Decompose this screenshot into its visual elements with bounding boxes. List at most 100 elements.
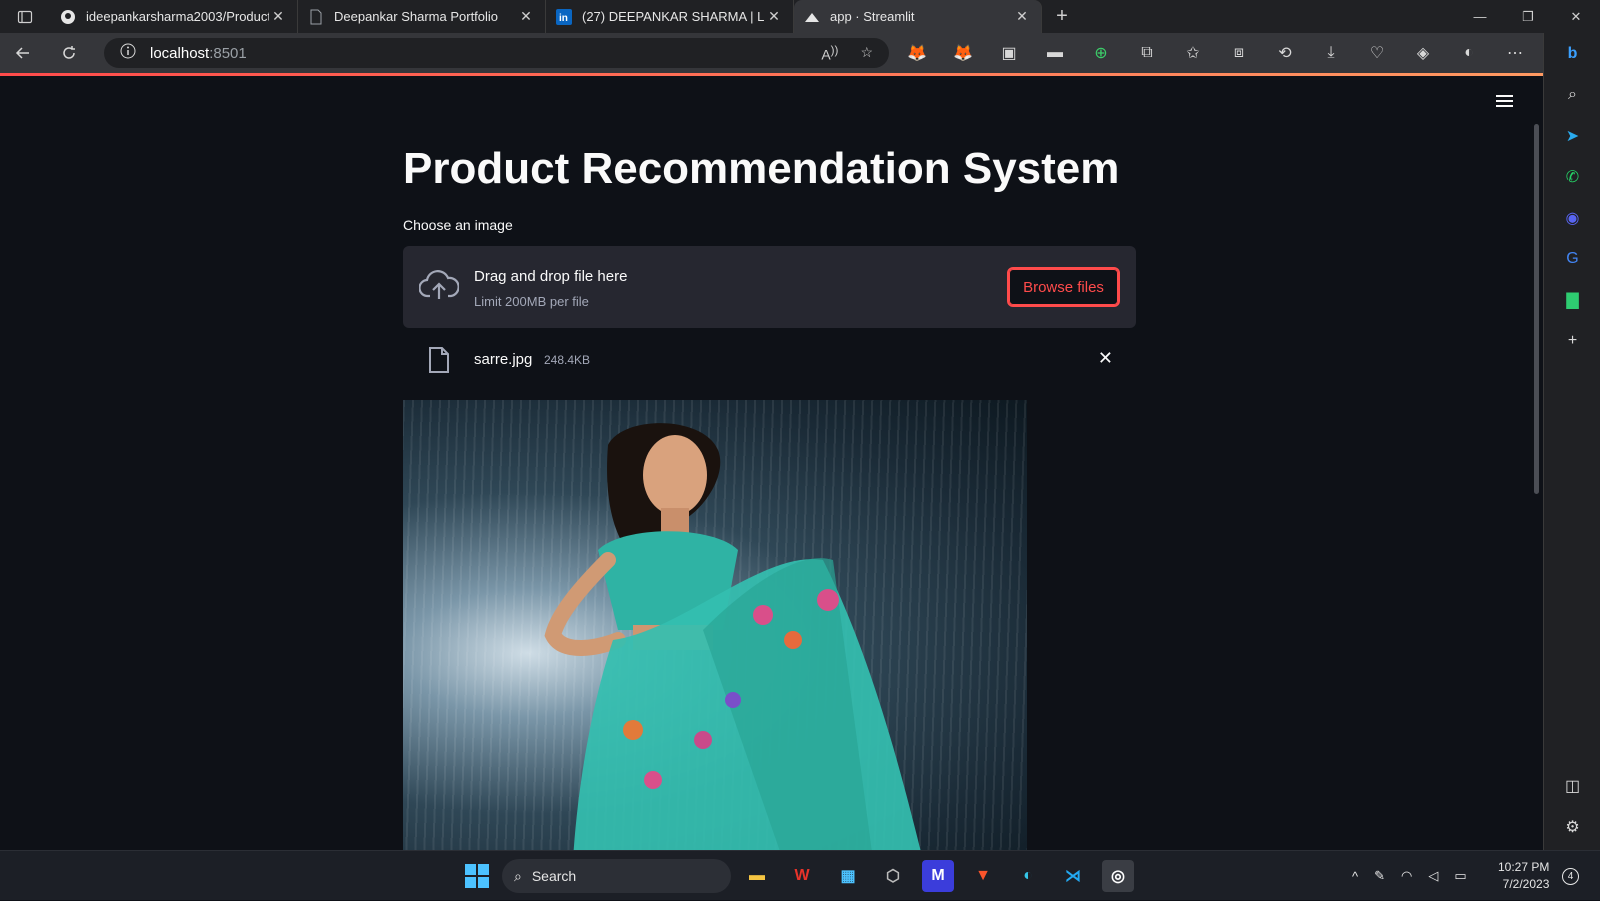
svg-text:in: in (559, 13, 568, 24)
notes-app-icon[interactable]: M (922, 860, 954, 892)
page-icon (308, 9, 324, 25)
more-menu-icon[interactable]: ⋯ (1492, 43, 1538, 63)
close-window-icon[interactable]: ✕ (1552, 9, 1600, 25)
streamlit-icon (804, 9, 820, 25)
search-icon: ⌕ (514, 867, 522, 884)
extensions-toolbar: 🦊 🦊 ▣ ▬ ⊕ ⧉ ✩ ⧈ ⟲ ⤓ ♡ ◈ ◐ ⋯ (894, 33, 1538, 73)
tab-linkedin[interactable]: in (27) DEEPANKAR SHARMA | Link ✕ (546, 0, 794, 33)
search-icon[interactable]: ⌕ (1544, 74, 1600, 115)
settings-app-icon[interactable]: ⬡ (877, 860, 909, 892)
brave-browser-icon[interactable]: ▼ (967, 860, 999, 892)
tab-github[interactable]: ideepankarsharma2003/Product ✕ (50, 0, 298, 33)
streamlit-app-icon[interactable]: ◎ (1102, 860, 1134, 892)
browse-files-button[interactable]: Browse files (1007, 267, 1120, 307)
download-icon[interactable]: ⤓ (1308, 44, 1354, 62)
tab-title: (27) DEEPANKAR SHARMA | Link (582, 9, 765, 24)
favorites-icon[interactable]: ✩ (1170, 43, 1216, 63)
restore-icon[interactable]: ❐ (1504, 9, 1552, 25)
extensions-icon[interactable]: ⧉ (1124, 44, 1170, 62)
telegram-icon[interactable]: ➤ (1544, 115, 1600, 156)
windows-taskbar: ⌕ Search ▬ W ▦ ⬡ M ▼ ◐ ⋊ ◎ ^ ✎ ◠ ◁ ▭ 10:… (0, 850, 1600, 900)
read-aloud-icon[interactable]: A)) (821, 44, 838, 63)
hamburger-menu-icon[interactable] (1496, 92, 1513, 110)
taskbar-search[interactable]: ⌕ Search (502, 859, 731, 893)
clock-time: 10:27 PM (1498, 860, 1550, 874)
remove-file-icon[interactable]: ✕ (1098, 348, 1113, 369)
favorite-star-icon[interactable]: ☆ (860, 44, 873, 63)
file-icon (428, 346, 450, 379)
file-explorer-icon[interactable]: ▬ (741, 860, 773, 892)
edge-sidebar: b ⌕ ➤ ✆ ◉ G ▇ + ◫ ⚙ (1543, 33, 1600, 850)
whatsapp-icon[interactable]: ✆ (1544, 156, 1600, 197)
cloud-upload-icon (418, 270, 460, 307)
browser-essentials-icon[interactable]: ◈ (1400, 43, 1446, 63)
uploaded-file-size: 248.4KB (544, 353, 591, 367)
vscode-icon[interactable]: ⋊ (1057, 860, 1089, 892)
sidebar-settings-icon[interactable]: ⚙ (1544, 806, 1600, 847)
performance-icon[interactable]: ♡ (1354, 43, 1400, 63)
pen-icon[interactable]: ✎ (1374, 868, 1385, 884)
dropzone-instructions: Drag and drop file here (474, 268, 628, 285)
window-controls: — ❐ ✕ (1456, 9, 1600, 25)
edge-browser-icon[interactable]: ◐ (1012, 860, 1044, 892)
refresh-icon[interactable] (46, 45, 92, 61)
dropzone-limit: Limit 200MB per file (474, 294, 589, 309)
uploader-label: Choose an image (403, 217, 513, 233)
terminal-extension-icon[interactable]: ▬ (1032, 44, 1078, 62)
site-info-icon[interactable] (120, 43, 136, 63)
close-tab-icon[interactable]: ✕ (1013, 8, 1031, 25)
close-tab-icon[interactable]: ✕ (269, 8, 287, 25)
url-input[interactable]: localhost:8501 A)) ☆ (104, 38, 889, 68)
page-title: Product Recommendation System (403, 144, 1120, 193)
tab-title: Deepankar Sharma Portfolio (334, 9, 499, 24)
collections-icon[interactable]: ⧈ (1216, 44, 1262, 62)
browser-tab-bar: ideepankarsharma2003/Product ✕ Deepankar… (0, 0, 1600, 33)
back-icon[interactable] (0, 45, 46, 61)
tab-actions-icon[interactable] (0, 0, 50, 33)
add-extension-icon[interactable]: ⊕ (1078, 43, 1124, 63)
battery-icon[interactable]: ▭ (1454, 868, 1466, 884)
volume-icon[interactable]: ◁ (1428, 868, 1438, 884)
clock-date: 7/2/2023 (1502, 877, 1550, 891)
show-hidden-icons-icon[interactable]: ^ (1352, 869, 1358, 884)
metamask-icon[interactable]: 🦊 (894, 43, 940, 63)
screen-capture-icon[interactable]: ▣ (986, 43, 1032, 63)
uploaded-image-preview (403, 400, 1027, 850)
url-host: localhost (150, 44, 210, 62)
page-scrollbar[interactable] (1534, 124, 1539, 494)
profile-avatar-icon[interactable]: ◐ (1446, 44, 1492, 62)
url-port: :8501 (209, 44, 247, 62)
add-sidebar-app-icon[interactable]: + (1544, 320, 1600, 361)
uploaded-file-name: sarre.jpg (474, 351, 533, 368)
tab-title: app · Streamlit (830, 9, 915, 24)
tab-title: ideepankarsharma2003/Product (86, 9, 269, 24)
wifi-icon[interactable]: ◠ (1401, 868, 1412, 884)
windows-start-icon[interactable] (461, 860, 493, 892)
chat-app-icon[interactable]: ▇ (1544, 279, 1600, 320)
taskbar-search-label: Search (531, 868, 577, 884)
tab-streamlit-app[interactable]: app · Streamlit ✕ (794, 0, 1042, 33)
new-tab-button[interactable]: + (1042, 5, 1082, 28)
close-tab-icon[interactable]: ✕ (765, 8, 783, 25)
system-clock[interactable]: 10:27 PM 7/2/2023 (1498, 859, 1549, 893)
minimize-icon[interactable]: — (1456, 9, 1504, 25)
wps-office-icon[interactable]: W (786, 860, 818, 892)
hide-sidebar-icon[interactable]: ◫ (1544, 765, 1600, 806)
system-tray: ^ ✎ ◠ ◁ ▭ (1352, 851, 1467, 901)
github-icon (60, 9, 76, 25)
uploaded-file-row: sarre.jpg 248.4KB ✕ (403, 338, 1136, 382)
streamlit-main: Product Recommendation System Choose an … (0, 76, 1543, 850)
close-tab-icon[interactable]: ✕ (517, 8, 535, 25)
file-dropzone[interactable]: Drag and drop file here Limit 200MB per … (403, 246, 1136, 328)
history-icon[interactable]: ⟲ (1262, 43, 1308, 63)
metamask-flask-icon[interactable]: 🦊 (940, 43, 986, 63)
tab-portfolio[interactable]: Deepankar Sharma Portfolio ✕ (298, 0, 546, 33)
discord-icon[interactable]: ◉ (1544, 197, 1600, 238)
bing-copilot-icon[interactable]: b (1544, 33, 1600, 74)
saree-figure-illustration (544, 423, 921, 850)
linkedin-icon: in (556, 8, 572, 25)
notification-badge[interactable]: 4 (1562, 868, 1579, 885)
address-toolbar: localhost:8501 A)) ☆ 🦊 🦊 ▣ ▬ ⊕ ⧉ ✩ ⧈ ⟲ ⤓… (0, 33, 1600, 73)
translate-icon[interactable]: G (1544, 238, 1600, 279)
microsoft-store-icon[interactable]: ▦ (832, 860, 864, 892)
